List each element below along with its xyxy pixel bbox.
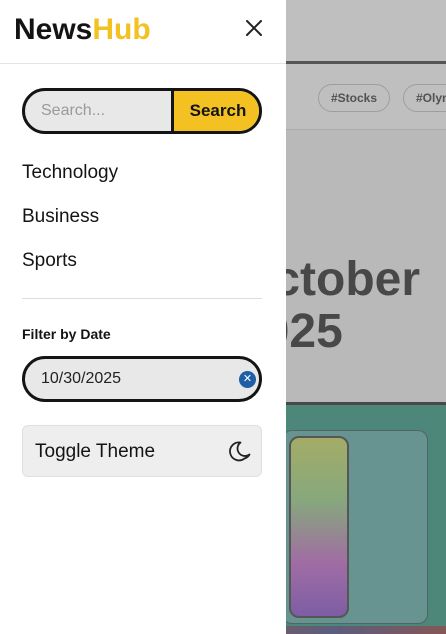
- toggle-theme-button[interactable]: Toggle Theme: [22, 425, 262, 477]
- drawer-header: NewsHub: [0, 0, 286, 64]
- nav-item-business[interactable]: Business: [22, 206, 99, 228]
- date-value: 10/30/2025: [41, 370, 122, 387]
- search-input[interactable]: [25, 91, 173, 131]
- logo-part-news: News: [14, 13, 93, 46]
- search-button[interactable]: Search: [171, 91, 259, 131]
- clear-icon[interactable]: ✕: [239, 371, 256, 388]
- nav-item-technology[interactable]: Technology: [22, 162, 118, 184]
- close-icon[interactable]: [240, 14, 268, 42]
- moon-icon: [227, 439, 253, 465]
- search-form: Search: [22, 88, 262, 134]
- date-input[interactable]: 10/30/2025 ✕: [22, 356, 262, 402]
- logo-part-hub: Hub: [92, 13, 151, 46]
- side-drawer: NewsHub Search Technology Business Sport…: [0, 0, 286, 634]
- toggle-theme-label: Toggle Theme: [35, 441, 156, 462]
- divider: [22, 298, 262, 299]
- filter-by-date-label: Filter by Date: [22, 326, 111, 342]
- logo[interactable]: NewsHub: [14, 12, 151, 48]
- nav-item-sports[interactable]: Sports: [22, 250, 77, 272]
